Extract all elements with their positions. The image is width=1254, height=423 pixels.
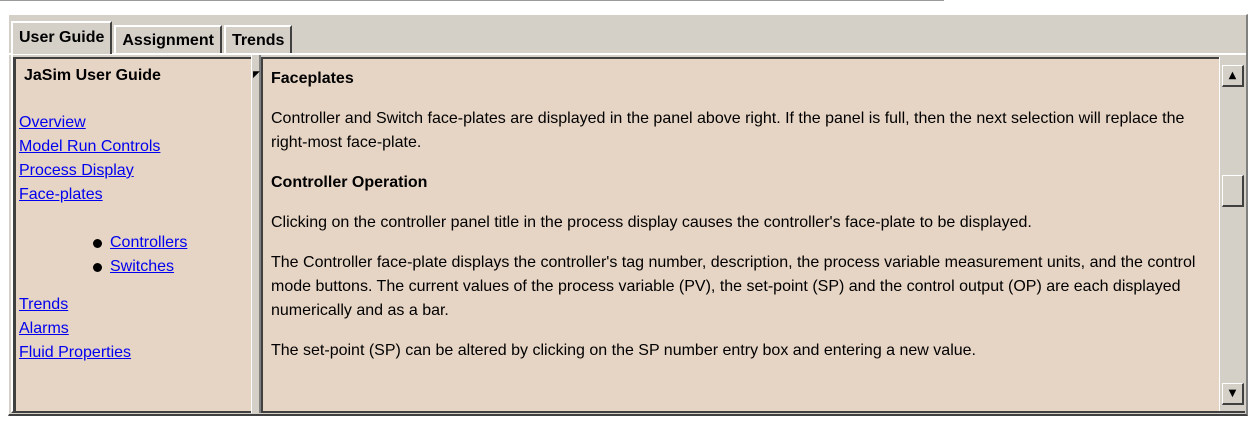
link-fluid-properties[interactable]: Fluid Properties [19, 341, 131, 365]
split-pane-divider[interactable]: ◤ [251, 55, 261, 413]
section-heading: Controller Operation [271, 174, 428, 191]
guide-title: JaSim User Guide [24, 67, 161, 84]
app-frame: User Guide Assignment Trends JaSim User … [8, 14, 1248, 416]
guide-index-pane: JaSim User Guide Overview Model Run Cont… [13, 57, 251, 411]
paragraph: Controller and Switch face-plates are di… [271, 110, 1185, 151]
bullet-icon [93, 262, 102, 272]
nav-sub: Controllers Switches [93, 231, 187, 279]
scrollbar-thumb[interactable] [1222, 175, 1244, 207]
link-process-display[interactable]: Process Display [19, 159, 160, 183]
nav-main: Overview Model Run Controls Process Disp… [19, 111, 160, 207]
paragraph: Clicking on the controller panel title i… [271, 214, 1032, 231]
link-face-plates[interactable]: Face-plates [19, 183, 160, 207]
link-controllers[interactable]: Controllers [110, 231, 187, 255]
scroll-up-arrow-icon[interactable]: ▲ [1222, 65, 1244, 87]
scroll-down-arrow-icon[interactable]: ▼ [1222, 383, 1244, 405]
top-border [0, 0, 944, 14]
list-item: Switches [93, 255, 187, 279]
tab-user-guide[interactable]: User Guide [11, 21, 113, 54]
list-item: Controllers [93, 231, 187, 255]
tab-assignment[interactable]: Assignment [114, 25, 222, 54]
link-switches[interactable]: Switches [110, 255, 174, 279]
guide-content-pane: Faceplates Controller and Switch face-pl… [261, 57, 1219, 411]
collapse-arrow-icon[interactable]: ◤ [253, 71, 260, 80]
link-trends[interactable]: Trends [19, 293, 131, 317]
link-overview[interactable]: Overview [19, 111, 160, 135]
nav-more: Trends Alarms Fluid Properties [19, 293, 131, 365]
vertical-scrollbar[interactable]: ▲ ▼ [1219, 57, 1245, 411]
section-heading: Faceplates [271, 70, 354, 87]
guide-document: Faceplates Controller and Switch face-pl… [271, 67, 1211, 379]
tab-content: JaSim User Guide Overview Model Run Cont… [11, 55, 1245, 413]
link-alarms[interactable]: Alarms [19, 317, 131, 341]
tab-bar: User Guide Assignment Trends [11, 21, 294, 54]
bullet-icon [93, 238, 102, 248]
tab-trends[interactable]: Trends [223, 25, 293, 54]
paragraph: The Controller face-plate displays the c… [271, 254, 1196, 319]
link-model-run-controls[interactable]: Model Run Controls [19, 135, 160, 159]
paragraph: The set-point (SP) can be altered by cli… [271, 342, 976, 359]
